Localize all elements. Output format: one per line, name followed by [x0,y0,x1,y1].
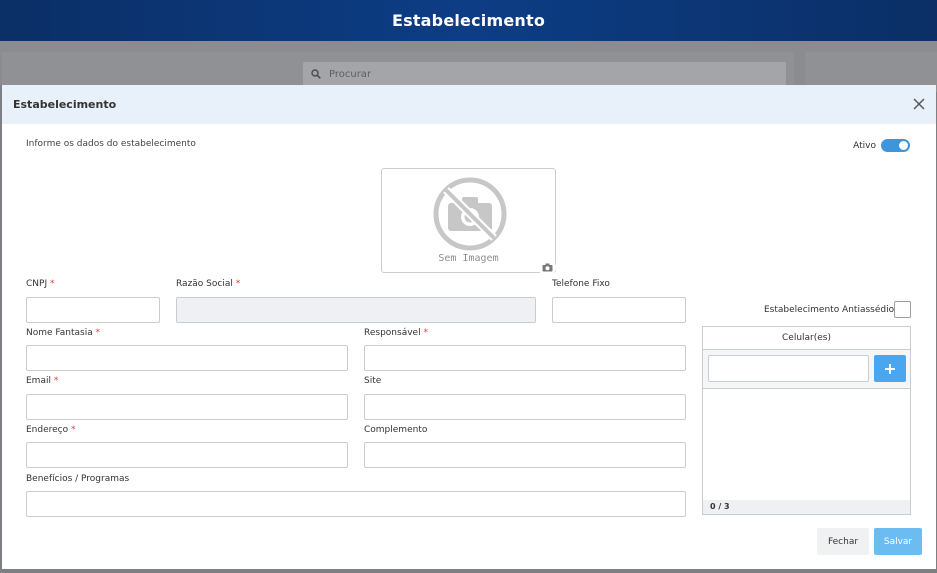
close-icon[interactable] [912,97,926,111]
beneficios-label: Benefícios / Programas [26,474,130,484]
active-toggle-group: Ativo [853,139,910,152]
establishment-modal: Estabelecimento Informe os dados do esta… [2,85,936,569]
active-label: Ativo [853,140,876,151]
celular-input[interactable] [708,355,869,382]
site-label: Site [364,376,382,386]
background-search: Procurar [303,62,786,86]
image-placeholder-text: Sem Imagem [438,253,499,264]
modal-header: Estabelecimento [2,85,936,124]
save-button[interactable]: Salvar [874,528,922,555]
celulares-panel: Celular(es) 0 / 3 [702,326,911,515]
responsavel-input[interactable] [364,345,686,371]
camera-icon [542,263,552,271]
cnpj-input[interactable] [26,297,160,323]
endereco-label: Endereço * [26,425,76,435]
no-image-icon [433,177,507,251]
modal-subtitle: Informe os dados do estabelecimento [26,139,196,149]
celulares-header: Celular(es) [703,327,910,350]
telefone-fixo-label: Telefone Fixo [552,279,610,289]
search-icon [311,69,321,79]
camera-button[interactable] [538,258,556,276]
site-input[interactable] [364,394,686,420]
responsavel-label: Responsável * [364,328,428,338]
image-upload[interactable]: Sem Imagem [381,168,556,273]
cnpj-label: CNPJ * [26,279,55,289]
complemento-label: Complemento [364,425,428,435]
razao-social-label: Razão Social * [176,279,241,289]
celulares-counter: 0 / 3 [703,500,910,514]
nome-fantasia-input[interactable] [26,345,348,371]
celular-input-row [703,350,910,389]
plus-icon [885,363,895,374]
close-button[interactable]: Fechar [817,528,869,555]
add-celular-button[interactable] [874,355,906,382]
email-input[interactable] [26,394,348,420]
app-title: Estabelecimento [391,11,546,30]
nome-fantasia-label: Nome Fantasia * [26,328,101,338]
endereco-input[interactable] [26,442,348,468]
telefone-fixo-input[interactable] [552,297,686,323]
antiassedio-label: Estabelecimento Antiassédio? [764,305,899,315]
active-toggle[interactable] [881,139,910,152]
beneficios-input[interactable] [26,491,686,517]
search-placeholder: Procurar [329,68,372,80]
complemento-input[interactable] [364,442,686,468]
antiassedio-checkbox[interactable] [894,301,911,318]
email-label: Email * [26,376,59,386]
toggle-knob [899,141,908,150]
razao-social-input[interactable] [176,297,536,323]
app-header: Estabelecimento [0,0,937,41]
modal-title: Estabelecimento [13,98,117,111]
